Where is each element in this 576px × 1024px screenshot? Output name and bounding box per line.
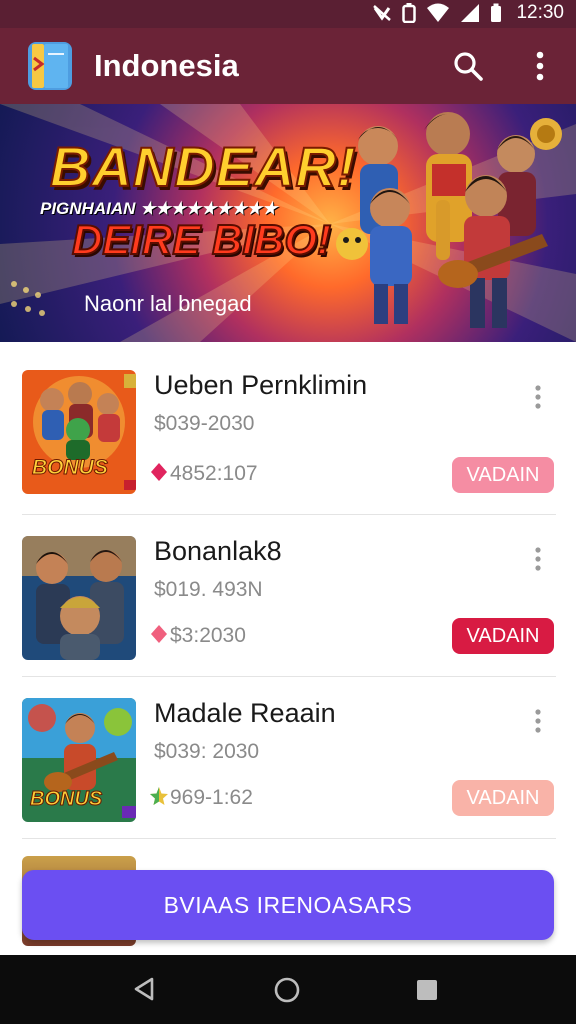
item-subtitle: $039: 2030 <box>154 740 260 763</box>
star-icon <box>150 787 168 805</box>
item-action-button[interactable]: VADAIN <box>452 457 554 493</box>
item-action-button[interactable]: VADAIN <box>452 618 554 654</box>
banner-caption: Naonr lal bnegad <box>84 291 252 316</box>
status-time: 12:30 <box>516 2 564 23</box>
banner-title: BANDEAR! <box>49 134 357 199</box>
book-app-icon[interactable] <box>24 40 76 92</box>
item-stat: $3:2030 <box>170 624 246 647</box>
overflow-menu-button[interactable] <box>522 46 558 86</box>
app-title: Indonesia <box>94 48 239 83</box>
diamond-icon <box>151 625 167 643</box>
item-subtitle: $039-2030 <box>154 412 255 435</box>
thumbnail-label: BONUS <box>32 456 109 480</box>
item-stat: 4852:107 <box>170 462 258 485</box>
list-item[interactable]: BONUS Madale Reaain $039: 2030 969-1:62 … <box>0 676 576 838</box>
search-button[interactable] <box>448 46 488 86</box>
no-signal-icon <box>373 5 392 21</box>
system-nav-bar <box>0 955 576 1024</box>
wifi-icon <box>427 3 450 22</box>
app-bar: Indonesia <box>0 28 576 104</box>
item-menu-button[interactable] <box>526 544 550 574</box>
item-stat: 969-1:62 <box>170 786 253 809</box>
status-bar: 12:30 <box>0 0 576 28</box>
item-title: Madale Reaain <box>154 698 336 728</box>
item-subtitle: $019. 493N <box>154 578 263 601</box>
item-thumbnail: BONUS <box>22 370 136 494</box>
diamond-icon <box>151 463 167 481</box>
item-thumbnail: BONUS <box>22 698 136 822</box>
item-title: Bonanlak8 <box>154 536 282 566</box>
back-icon[interactable] <box>130 975 158 1003</box>
recents-icon[interactable] <box>414 977 440 1003</box>
item-menu-button[interactable] <box>526 382 550 412</box>
heroes-illustration <box>336 112 562 328</box>
more-vert-icon <box>536 51 544 81</box>
battery-outline-icon <box>402 3 417 23</box>
thumbnail-label: BONUS <box>29 788 103 811</box>
cell-signal-icon <box>461 4 480 22</box>
search-icon <box>454 52 483 81</box>
status-icons: 12:30 <box>372 2 564 24</box>
promo-banner[interactable]: BANDEAR! PIGNHAIAN ★★★★★★★★★ DEIRE BIBO!… <box>0 104 576 342</box>
list-item[interactable]: Bonanlak8 $019. 493N $3:2030 VADAIN <box>0 514 576 676</box>
item-action-button[interactable]: VADAIN <box>452 780 554 816</box>
banner-title-secondary: DEIRE BIBO! <box>71 215 332 264</box>
item-thumbnail <box>22 536 136 660</box>
more-vert-icon <box>535 709 541 733</box>
list-item[interactable]: BONUS Ueben Pernklimin $039-2030 4852:10… <box>0 352 576 514</box>
item-menu-button[interactable] <box>526 706 550 736</box>
divider <box>22 838 556 839</box>
item-title: Ueben Pernklimin <box>154 370 368 400</box>
more-vert-icon <box>535 547 541 571</box>
battery-icon <box>491 3 502 22</box>
home-icon[interactable] <box>272 975 302 1005</box>
more-vert-icon <box>535 385 541 409</box>
primary-cta-button[interactable]: BVIAAS IRENOASARS <box>22 870 554 940</box>
